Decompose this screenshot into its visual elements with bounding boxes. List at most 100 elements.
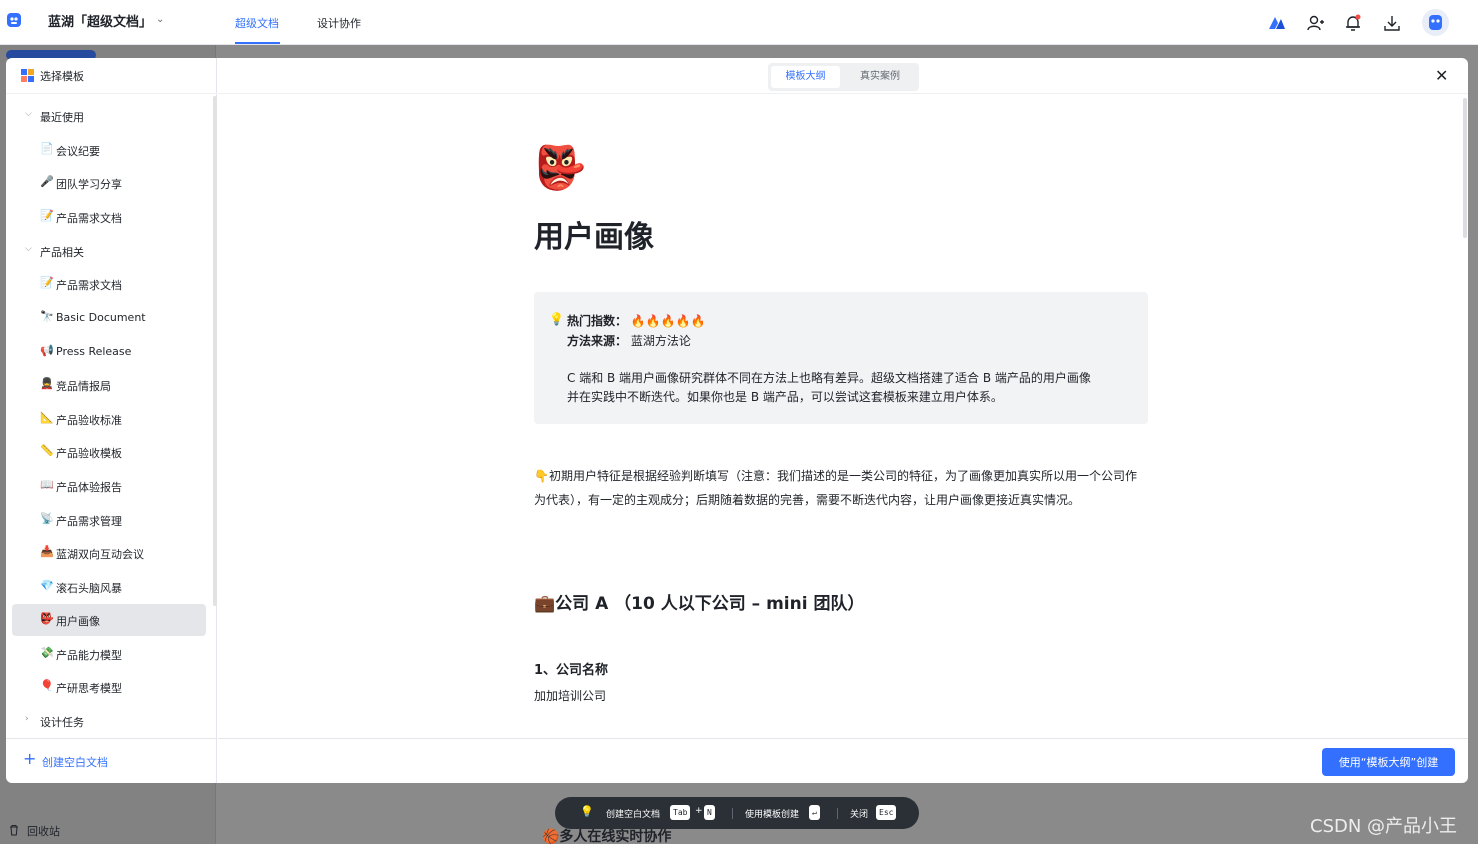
download-icon[interactable] [1382, 13, 1402, 33]
callout-desc-line1: C 端和 B 端用户画像研究群体不同在方法上也略有差异。超级文档搭建了适合 B … [567, 371, 1091, 385]
template-item-label: 产品需求管理 [56, 515, 122, 528]
template-item-label: 会议纪要 [56, 145, 100, 158]
template-item-label: Press Release [56, 345, 132, 358]
doc-title: 用户画像 [534, 220, 654, 255]
lightbulb-icon: 💡 [549, 312, 564, 326]
watermark: CSDN @产品小王 [1310, 816, 1458, 837]
template-item-acceptance-criteria[interactable]: 📐 产品验收标准 [12, 403, 206, 435]
callout-box: 💡 热门指数： 🔥🔥🔥🔥🔥 方法来源： 蓝湖方法论 C 端和 B 端用户画像研究… [534, 292, 1148, 424]
create-blank-doc-link[interactable]: 创建空白文档 [42, 754, 108, 770]
plus-icon[interactable]: + [23, 751, 36, 767]
add-member-icon[interactable] [1305, 13, 1325, 33]
sidebar-scrollbar[interactable] [213, 96, 217, 606]
plus-sign: + [695, 806, 703, 816]
template-modal: 选择模板 ⌵ 最近使用 📄 会议纪要 🎤 团队学习分享 📝 产品需求文档 ⌵ 产… [6, 58, 1468, 783]
shortcut-create-label: 创建空白文档 [606, 810, 661, 820]
n-key: N [704, 805, 715, 820]
sidebar-footer: + 创建空白文档 [6, 738, 217, 783]
memo-icon: 📝 [40, 276, 54, 289]
open-book-icon: 📖 [40, 478, 54, 491]
template-item-team-learning[interactable]: 🎤 团队学习分享 [12, 167, 206, 199]
avatar-icon [1429, 15, 1442, 30]
hot-index-label: 热门指数： [567, 314, 628, 328]
template-item-label: 团队学习分享 [56, 178, 122, 191]
top-bar: 蓝湖「超级文档」 ⌄ 超级文档 设计协作 [0, 0, 1478, 45]
template-item-thinking-model[interactable]: 🎈 产研思考模型 [12, 671, 206, 703]
telescope-icon: 🔭 [40, 310, 54, 323]
chevron-down-icon[interactable]: ⌵ [25, 244, 32, 254]
template-item-prd[interactable]: 📝 产品需求文档 [12, 268, 206, 300]
tab-real-cases[interactable]: 真实案例 [844, 66, 916, 88]
chevron-right-icon[interactable]: › [25, 714, 29, 724]
template-item-label: 产品能力模型 [56, 649, 122, 662]
gem-icon: 💎 [40, 579, 54, 592]
shortcut-close-label: 关闭 [850, 810, 869, 820]
hot-index-value: 🔥🔥🔥🔥🔥 [630, 314, 706, 328]
sidebar-header: 选择模板 [6, 58, 217, 94]
tab-template-outline[interactable]: 模板大纲 [771, 66, 840, 88]
lanhu-brand-icon[interactable] [1267, 13, 1287, 33]
page-icon: 📄 [40, 142, 54, 155]
microphone-icon: 🎤 [40, 175, 54, 188]
template-item-label: 竞品情报局 [56, 380, 111, 393]
template-item-label: 产品体验报告 [56, 481, 122, 494]
method-source-label: 方法来源： [567, 334, 628, 348]
megaphone-icon: 📢 [40, 344, 54, 357]
enter-key: ↵ [809, 805, 820, 820]
group-label: 最近使用 [40, 111, 84, 124]
preview-footer: 使用“模板大纲”创建 [218, 738, 1468, 783]
template-grid-icon [21, 69, 34, 82]
template-item-user-persona[interactable]: 👺 用户画像 [12, 604, 206, 636]
avatar[interactable] [1422, 9, 1449, 36]
preview-header: 模板大纲 真实案例 ✕ [218, 58, 1468, 94]
satellite-icon: 📡 [40, 512, 54, 525]
lightbulb-icon: 💡 [580, 805, 594, 818]
sidebar-title: 选择模板 [40, 70, 84, 83]
triangle-ruler-icon: 📐 [40, 411, 54, 424]
group-label: 设计任务 [40, 716, 84, 729]
template-item-label: 产品验收标准 [56, 414, 122, 427]
template-item-requirement-mgmt[interactable]: 📡 产品需求管理 [12, 504, 206, 536]
template-item-label: 用户画像 [56, 615, 100, 628]
template-item-acceptance-template[interactable]: 📏 产品验收模板 [12, 436, 206, 468]
money-wings-icon: 💸 [40, 646, 54, 659]
tab-super-docs[interactable]: 超级文档 [235, 15, 279, 31]
tab-design-collab[interactable]: 设计协作 [317, 15, 361, 31]
template-item-experience-report[interactable]: 📖 产品体验报告 [12, 470, 206, 502]
close-icon[interactable]: ✕ [1435, 66, 1448, 85]
subsection-heading: 1、公司名称 [534, 663, 609, 678]
hot-index-line: 热门指数： 🔥🔥🔥🔥🔥 [567, 312, 706, 329]
template-item-label: 产品需求文档 [56, 212, 122, 225]
template-item-basic-document[interactable]: 🔭 Basic Document [12, 302, 206, 334]
ruler-icon: 📏 [40, 444, 54, 457]
method-source-line: 方法来源： 蓝湖方法论 [567, 332, 691, 349]
chevron-down-icon[interactable]: ⌄ [156, 14, 164, 25]
balloon-icon: 🎈 [40, 679, 54, 692]
group-design-tasks[interactable]: › 设计任务 [12, 705, 206, 737]
template-tree: ⌵ 最近使用 📄 会议纪要 🎤 团队学习分享 📝 产品需求文档 ⌵ 产品相关 📝… [6, 94, 217, 738]
tengu-mask-icon: 👺 [40, 612, 54, 625]
template-preview: 模板大纲 真实案例 ✕ 👺 用户画像 💡 热门指数： 🔥🔥🔥🔥🔥 方法来源： 蓝… [218, 58, 1468, 783]
template-item-interactive-meeting[interactable]: 📥 蓝湖双向互动会议 [12, 537, 206, 569]
preview-tab-switch: 模板大纲 真实案例 [768, 63, 919, 91]
workspace-name[interactable]: 蓝湖「超级文档」 [48, 11, 152, 30]
divider [837, 808, 838, 819]
template-sidebar: 选择模板 ⌵ 最近使用 📄 会议纪要 🎤 团队学习分享 📝 产品需求文档 ⌵ 产… [6, 58, 217, 783]
template-item-press-release[interactable]: 📢 Press Release [12, 336, 206, 368]
lanhu-logo-icon[interactable] [6, 11, 22, 29]
doc-emoji-icon: 👺 [534, 143, 587, 192]
template-item-prd-recent[interactable]: 📝 产品需求文档 [12, 201, 206, 233]
template-item-capability-model[interactable]: 💸 产品能力模型 [12, 638, 206, 670]
group-recent[interactable]: ⌵ 最近使用 [12, 100, 206, 132]
use-template-button[interactable]: 使用“模板大纲”创建 [1322, 748, 1455, 776]
template-item-label: 产品需求文档 [56, 279, 122, 292]
document-preview: 👺 用户画像 💡 热门指数： 🔥🔥🔥🔥🔥 方法来源： 蓝湖方法论 C 端和 B … [218, 94, 1468, 738]
template-item-brainstorm[interactable]: 💎 滚石头脑风暴 [12, 571, 206, 603]
template-item-competitor-intel[interactable]: 💂 竞品情报局 [12, 369, 206, 401]
group-product[interactable]: ⌵ 产品相关 [12, 235, 206, 267]
template-item-meeting-notes[interactable]: 📄 会议纪要 [12, 134, 206, 166]
trash-icon [10, 825, 18, 836]
chevron-down-icon[interactable]: ⌵ [25, 109, 32, 119]
bell-icon[interactable] [1343, 13, 1363, 33]
company-name-text: 加加培训公司 [534, 689, 607, 703]
